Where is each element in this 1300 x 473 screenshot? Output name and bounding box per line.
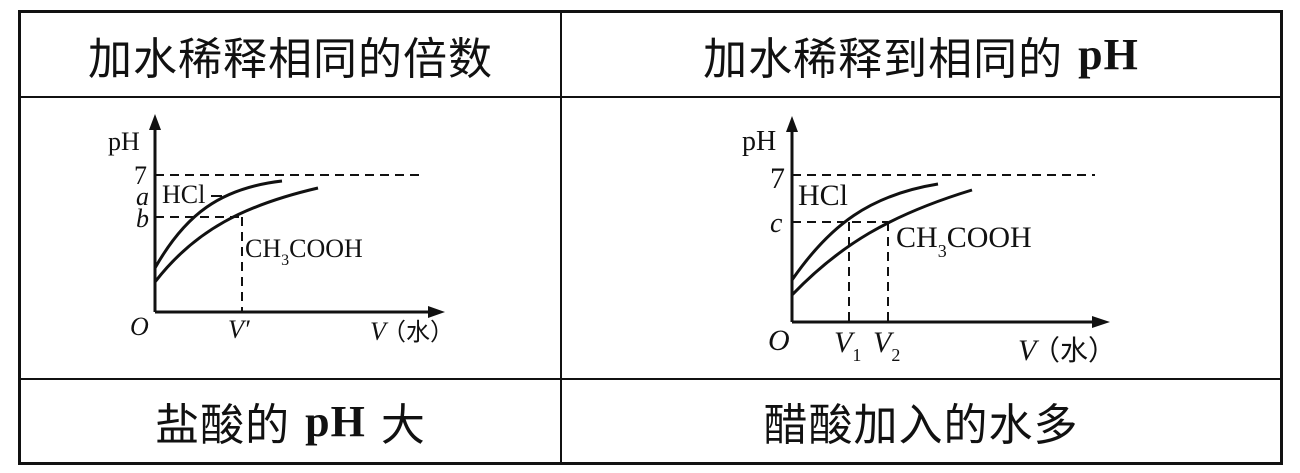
diagram-same-ph: pH 7 c O V1 V2 V （水） HCl CH3COOH (742, 116, 1116, 367)
origin-label: O (768, 324, 790, 357)
comparison-table: 加水稀释相同的倍数 加水稀释到相同的 pH 盐酸的 pH 大 V 醋酸加入的水多… (0, 0, 1300, 473)
x-tick-v1: V1 (834, 326, 861, 365)
curve-label-ch3cooh: CH3COOH (896, 221, 1032, 261)
curve-label-ch: CH (896, 221, 938, 254)
y-tick-7: 7 (770, 162, 785, 195)
curve-label-cooh: COOH (947, 221, 1032, 254)
y-axis-arrow (786, 116, 798, 132)
x-axis-label-unit: （水） (1032, 335, 1116, 367)
x-tick-v1-sub: 1 (852, 345, 861, 365)
x-axis-arrow (1092, 316, 1110, 328)
x-tick-v2: V2 (873, 326, 900, 365)
curve-label-hcl: HCl (798, 179, 848, 212)
curve-label-sub3: 3 (938, 241, 947, 261)
x-tick-v2-sub: 2 (891, 345, 900, 365)
y-axis-label: pH (742, 126, 776, 157)
y-tick-c: c (770, 208, 783, 239)
